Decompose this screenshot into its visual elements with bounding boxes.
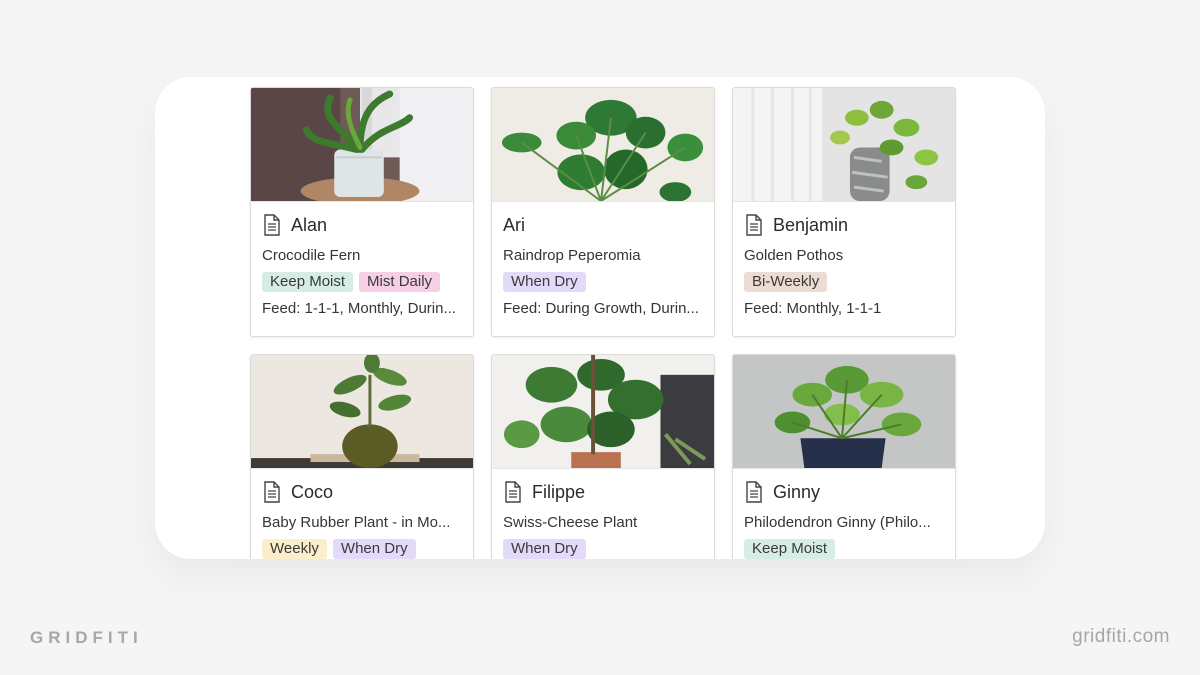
card-title: Coco: [291, 481, 334, 502]
card-feed: Feed: 1-1-1, Monthly, Durin...: [262, 300, 456, 317]
gallery-card-coco[interactable]: Coco Baby Rubber Plant - in Mo... Weekly…: [250, 354, 474, 559]
card-tags: When Dry: [503, 539, 703, 559]
card-tags: Keep Moist Mist Daily: [262, 272, 462, 292]
page-icon: [264, 481, 280, 503]
page-icon: [505, 481, 521, 503]
card-title: Ari: [503, 214, 525, 235]
brand-url: gridfiti.com: [1072, 626, 1170, 647]
gallery-card-alan[interactable]: Alan Crocodile Fern Keep Moist Mist Dail…: [250, 87, 474, 337]
card-tags: When Dry: [503, 272, 703, 292]
card-species: Baby Rubber Plant - in Mo...: [262, 514, 451, 531]
card-tags: Weekly When Dry: [262, 539, 462, 559]
tag-when-dry: When Dry: [503, 272, 586, 292]
card-title: Ginny: [773, 481, 821, 502]
tag-mist-daily: Mist Daily: [359, 272, 441, 292]
card-cover-image: [251, 355, 473, 469]
card-feed: Feed: During Growth, Durin...: [503, 300, 699, 317]
gallery-grid: Alan Crocodile Fern Keep Moist Mist Dail…: [250, 87, 956, 559]
page-icon: [264, 214, 280, 236]
card-title: Alan: [291, 214, 328, 235]
card-title: Filippe: [532, 481, 586, 502]
gallery-card-ari[interactable]: Ari Raindrop Peperomia When Dry Feed: Du…: [491, 87, 715, 337]
tag-weekly: Weekly: [262, 539, 327, 559]
card-cover-image: [733, 88, 955, 202]
gallery-card-benjamin[interactable]: Benjamin Golden Pothos Bi-Weekly Feed: M…: [732, 87, 956, 337]
card-species: Crocodile Fern: [262, 247, 361, 264]
card-species: Golden Pothos: [744, 247, 844, 264]
page-icon: [746, 214, 762, 236]
card-species: Philodendron Ginny (Philo...: [744, 514, 931, 531]
card-title: Benjamin: [773, 214, 849, 235]
card-species: Raindrop Peperomia: [503, 247, 641, 264]
tag-keep-moist: Keep Moist: [744, 539, 836, 559]
card-cover-image: [251, 88, 473, 202]
card-species: Swiss-Cheese Plant: [503, 514, 638, 531]
page-icon: [746, 481, 762, 503]
card-cover-image: [492, 355, 714, 469]
tag-keep-moist: Keep Moist: [262, 272, 354, 292]
brand-wordmark: GRIDFITI: [30, 628, 143, 647]
gallery-card-filippe[interactable]: Filippe Swiss-Cheese Plant When Dry: [491, 354, 715, 559]
card-tags: Bi-Weekly: [744, 272, 944, 292]
card-cover-image: [733, 355, 955, 469]
card-feed: Feed: Monthly, 1-1-1: [744, 300, 882, 317]
gallery-panel: Alan Crocodile Fern Keep Moist Mist Dail…: [155, 77, 1045, 559]
card-cover-image: [492, 88, 714, 202]
tag-when-dry: When Dry: [332, 539, 416, 559]
gallery-card-ginny[interactable]: Ginny Philodendron Ginny (Philo... Keep …: [732, 354, 956, 559]
card-tags: Keep Moist: [744, 539, 944, 559]
tag-bi-weekly: Bi-Weekly: [744, 272, 828, 292]
tag-when-dry: When Dry: [503, 539, 586, 559]
